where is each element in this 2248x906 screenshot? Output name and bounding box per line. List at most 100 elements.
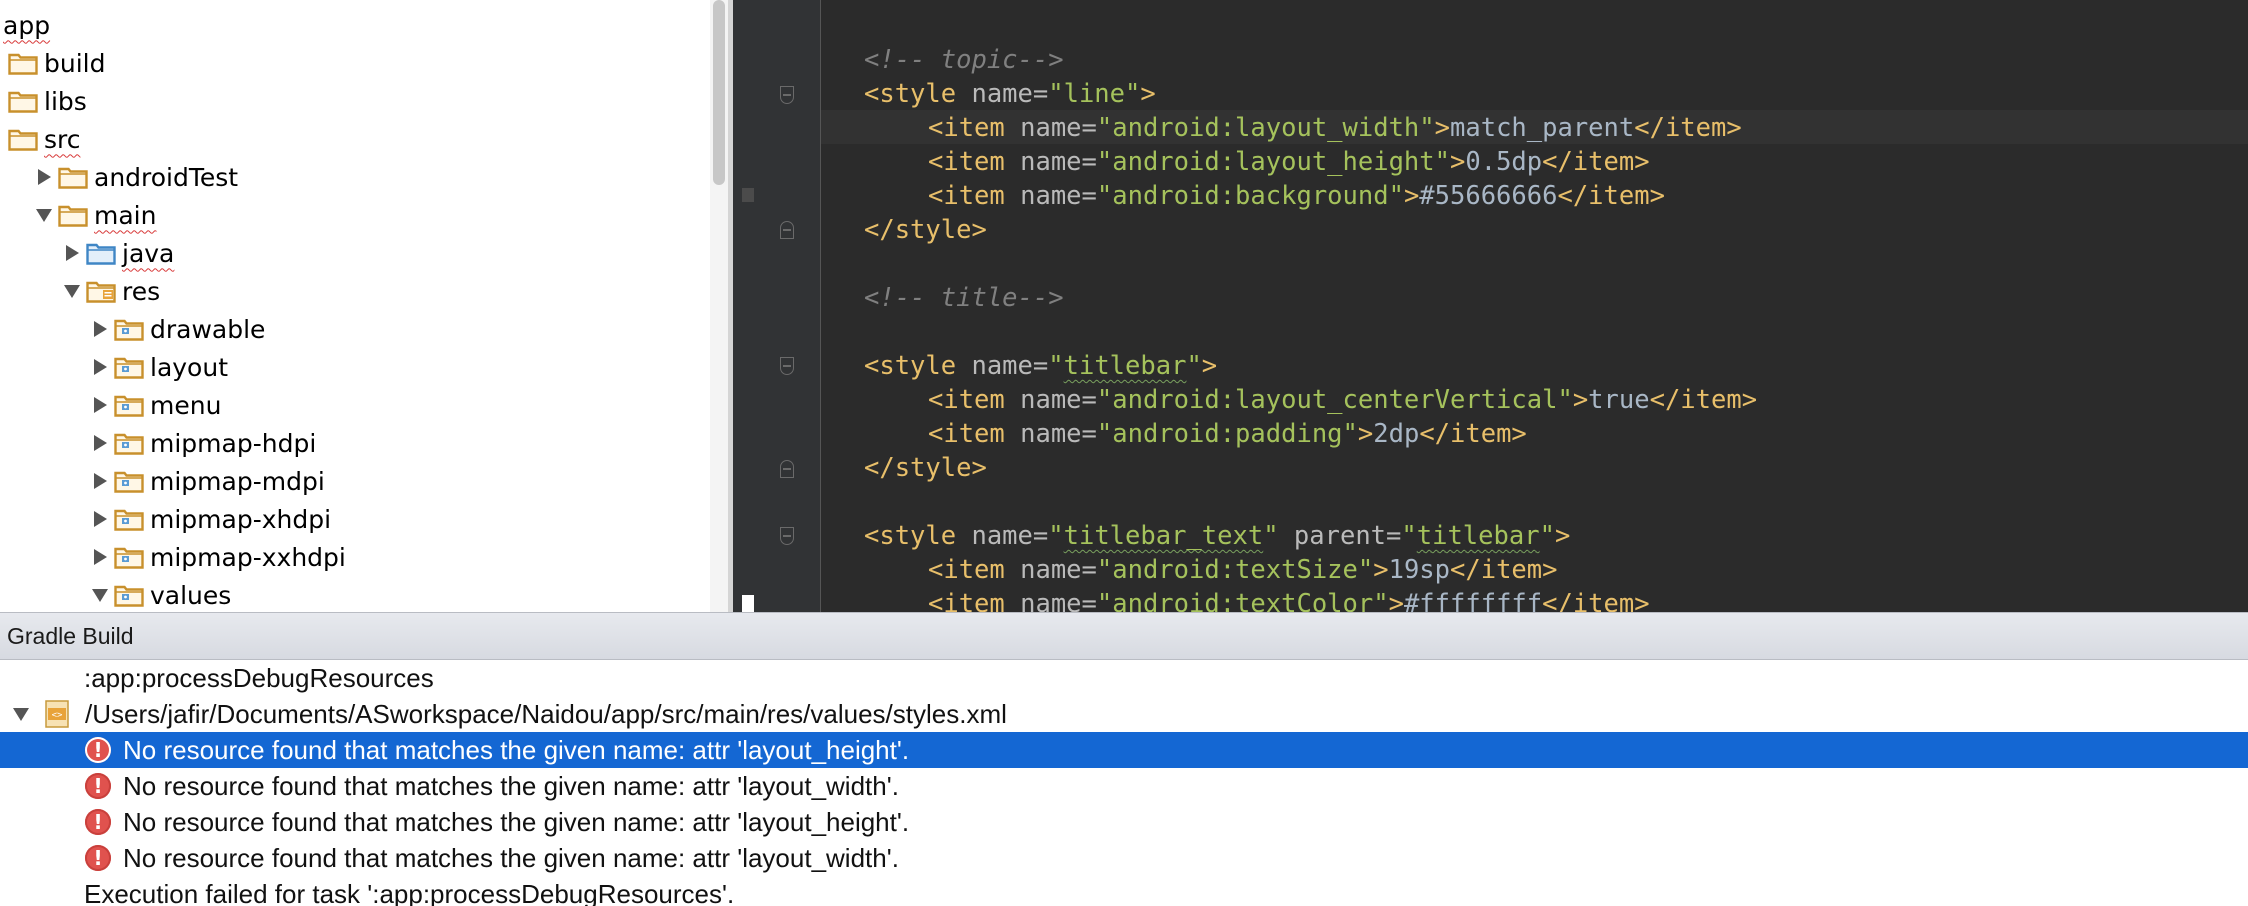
folder-icon (58, 165, 88, 189)
tree-item-res[interactable]: res (0, 272, 160, 310)
expand-arrow-icon[interactable] (86, 549, 114, 565)
code-line: <!-- topic--> (864, 45, 1064, 75)
code-line: <item name="android:textSize">19sp</item… (928, 555, 1558, 585)
error-icon: ! (85, 737, 111, 763)
collapse-arrow-icon[interactable] (30, 208, 58, 222)
svg-text:<>: <> (52, 711, 63, 721)
gradle-build-title: Gradle Build (7, 622, 134, 649)
folder-icon (114, 507, 144, 531)
tree-item-mipmap-xxhdpi[interactable]: mipmap-xxhdpi (0, 538, 346, 576)
tree-item-label: menu (150, 390, 222, 420)
tree-item-menu[interactable]: menu (0, 386, 221, 424)
tree-item-src[interactable]: src (0, 120, 81, 158)
collapse-arrow-icon[interactable] (86, 588, 114, 602)
fold-marker[interactable] (780, 221, 794, 239)
execution-failed-row[interactable]: Execution failed for task ':app:processD… (0, 876, 2248, 906)
tree-item-values[interactable]: values (0, 576, 231, 612)
code-line: <item name="android:textColor">#ffffffff… (928, 589, 1650, 612)
tree-item-label: mipmap-hdpi (150, 428, 317, 458)
tree-item-libs[interactable]: libs (0, 82, 87, 120)
folder-icon (114, 431, 144, 455)
folder-icon (8, 127, 38, 151)
folder-icon (86, 241, 116, 265)
gradle-build-messages[interactable]: :app:processDebugResources <> /Users/jaf… (0, 660, 2248, 906)
tree-item-label: app (3, 10, 51, 40)
tree-item-mipmap-hdpi[interactable]: mipmap-hdpi (0, 424, 316, 462)
gutter-marker (742, 188, 754, 202)
expand-arrow-icon[interactable] (58, 245, 86, 261)
code-line: </style> (864, 215, 987, 245)
tree-item-build[interactable]: build (0, 44, 105, 82)
fold-marker[interactable] (780, 357, 794, 375)
tree-scrollbar-thumb[interactable] (713, 0, 725, 185)
expand-arrow-icon[interactable] (86, 321, 114, 337)
error-row[interactable]: ! No resource found that matches the giv… (0, 768, 2248, 804)
project-tree[interactable]: app build libs src androidTest main java res dra… (0, 0, 733, 612)
expand-arrow-icon[interactable] (86, 473, 114, 489)
error-row[interactable]: ! No resource found that matches the giv… (0, 732, 2248, 768)
tree-item-label: values (150, 580, 232, 610)
file-row[interactable]: <> /Users/jafir/Documents/ASworkspace/Na… (0, 696, 2248, 732)
folder-icon (114, 545, 144, 569)
tree-item-mipmap-xhdpi[interactable]: mipmap-xhdpi (0, 500, 331, 538)
tree-item-androidtest[interactable]: androidTest (0, 158, 238, 196)
folder-icon (8, 51, 38, 75)
tree-scrollbar[interactable] (710, 0, 728, 612)
code-line: <style name="line"> (864, 79, 1156, 109)
folder-icon (114, 355, 144, 379)
error-row[interactable]: ! No resource found that matches the giv… (0, 804, 2248, 840)
folder-icon (114, 393, 144, 417)
tree-item-label: src (44, 124, 81, 154)
tree-item-label: main (94, 200, 157, 230)
tree-item-label: build (44, 48, 106, 78)
code-editor[interactable]: <!-- topic--> <style name="line"> <item … (733, 0, 2248, 612)
expand-arrow-icon[interactable] (86, 511, 114, 527)
code-line: <item name="android:layout_centerVertica… (928, 385, 1758, 415)
tree-item-label: res (122, 276, 161, 306)
file-path: /Users/jafir/Documents/ASworkspace/Naido… (85, 698, 1007, 729)
tree-item-label: layout (150, 352, 229, 382)
expand-arrow-icon[interactable] (86, 359, 114, 375)
tree-item-label: androidTest (94, 162, 239, 192)
tree-item-main[interactable]: main (0, 196, 156, 234)
tree-item-label: libs (44, 86, 87, 116)
error-message: No resource found that matches the given… (123, 734, 910, 765)
code-line: <!-- title--> (864, 283, 1064, 313)
tree-item-java[interactable]: java (0, 234, 174, 272)
code-line: </style> (864, 453, 987, 483)
xml-file-icon: <> (45, 700, 69, 728)
code-line: <item name="android:background">#5566666… (928, 181, 1665, 211)
fold-marker[interactable] (780, 527, 794, 545)
folder-icon (114, 317, 144, 341)
expand-arrow-icon[interactable] (30, 169, 58, 185)
code-line: <style name="titlebar_text" parent="titl… (864, 521, 1571, 551)
folder-icon (58, 203, 88, 227)
code-line: <style name="titlebar"> (864, 351, 1218, 381)
tree-item-label: mipmap-xxhdpi (150, 542, 346, 572)
error-icon: ! (85, 845, 111, 871)
expand-arrow-icon[interactable] (86, 435, 114, 451)
tree-item-label: mipmap-mdpi (150, 466, 325, 496)
code-line: <item name="android:layout_width">match_… (928, 113, 1742, 143)
folder-icon (8, 89, 38, 113)
gradle-build-header[interactable]: Gradle Build (0, 612, 2248, 660)
error-message: No resource found that matches the given… (123, 770, 899, 801)
code-line: <item name="android:padding">2dp</item> (928, 419, 1527, 449)
folder-icon (114, 583, 144, 607)
tree-item-mipmap-mdpi[interactable]: mipmap-mdpi (0, 462, 325, 500)
error-row[interactable]: ! No resource found that matches the giv… (0, 840, 2248, 876)
error-message: No resource found that matches the given… (123, 806, 910, 837)
tree-item-label: drawable (150, 314, 266, 344)
tree-item-layout[interactable]: layout (0, 348, 228, 386)
tree-item-drawable[interactable]: drawable (0, 310, 265, 348)
editor-gutter (733, 0, 821, 612)
code-line: <item name="android:layout_height">0.5dp… (928, 147, 1650, 177)
tree-item-app[interactable]: app (0, 6, 50, 44)
expand-arrow-icon[interactable] (86, 397, 114, 413)
fold-marker[interactable] (780, 86, 794, 104)
task-row[interactable]: :app:processDebugResources (0, 660, 2248, 696)
collapse-arrow-icon[interactable] (58, 284, 86, 298)
fold-marker[interactable] (780, 460, 794, 478)
folder-icon (114, 469, 144, 493)
expand-arrow-icon[interactable] (7, 707, 35, 721)
